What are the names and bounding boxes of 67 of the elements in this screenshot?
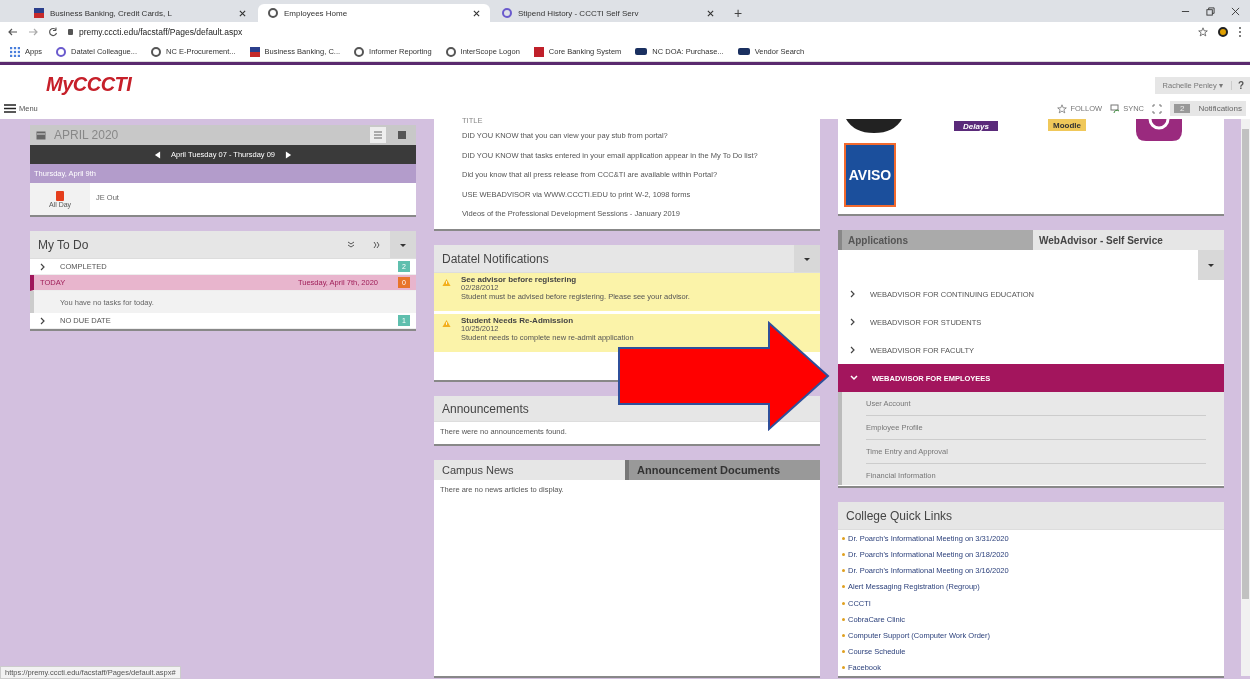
browser-tab[interactable]: Stipend History - CCCTI Self Serv [492,4,724,22]
browser-tab[interactable]: Business Banking, Credit Cards, L [24,4,256,22]
app-logo[interactable]: Moodle [1048,119,1086,131]
chevron-icon [850,318,856,327]
calendar-icon [36,130,46,140]
square-icon [533,46,544,57]
close-icon[interactable] [707,9,714,17]
camera-logo[interactable] [1136,119,1182,141]
back-icon[interactable] [8,27,18,37]
focus-icon[interactable] [1151,103,1162,114]
bullet-icon [842,553,845,557]
notifications-button[interactable]: 2 Notifications [1169,101,1246,116]
app-logo[interactable]: Delays [954,121,998,131]
chevron-icon [850,346,856,355]
circle-icon [502,8,512,18]
close-icon[interactable] [1231,7,1240,16]
calendar-title: APRIL 2020 [54,128,120,142]
chevron-icon [40,316,46,325]
site-logo[interactable]: MyCCCTI [46,73,132,96]
bullet-icon [842,634,845,638]
app-logo[interactable]: AVISO [844,143,896,207]
sync-icon [1110,103,1121,114]
bullet-icon [842,666,845,670]
lock-icon [68,29,73,35]
close-icon[interactable] [473,9,480,17]
chevron-down-icon [850,375,858,382]
circle-icon [56,46,67,57]
warning-icon [442,278,451,287]
star-icon[interactable] [1198,27,1208,37]
warning-icon [442,319,451,328]
restore-icon[interactable] [1206,7,1215,16]
extension-icon[interactable] [1218,27,1228,37]
flag-icon [249,46,260,57]
bullet-icon [842,650,845,654]
double-chevron-icon [373,240,381,249]
chevron-icon [40,262,46,271]
panel-tab[interactable]: Announcement Documents [625,460,820,480]
next-icon[interactable] [285,150,293,159]
bullet-icon [842,536,845,540]
bullet-icon [842,617,845,621]
help-button[interactable]: ? [1231,80,1250,91]
chevron-icon [850,290,856,299]
office-icon [56,190,64,201]
bullet-icon [842,569,845,573]
notification-title: See advisor before registering [461,275,578,284]
panel-title: My To Do [38,237,90,252]
menu-icon [4,104,16,113]
panel-title: College Quick Links [846,508,954,523]
panel-tab[interactable]: Campus News [434,460,625,480]
panel-tab[interactable]: WebAdvisor - Self Service [1033,230,1224,251]
reload-icon[interactable] [48,27,58,37]
flag-icon [34,8,44,18]
browser-tab[interactable]: Employees Home [258,4,490,22]
more-icon[interactable] [1238,26,1242,38]
bullet-icon [842,601,845,605]
bullet-icon [842,585,845,589]
caret-icon [1207,261,1215,270]
notification-title: Student Needs Re-Admission [461,316,574,325]
seal-logo[interactable] [844,119,904,133]
panel-title: Datatel Notifications [442,251,550,266]
panel-title: Announcements [442,401,530,416]
new-tab-button[interactable]: + [726,4,751,22]
grid-icon [10,46,20,57]
previous-icon[interactable] [153,150,161,159]
star-icon [1057,103,1068,114]
close-icon[interactable] [239,9,246,17]
double-chevron-icon [347,240,355,249]
